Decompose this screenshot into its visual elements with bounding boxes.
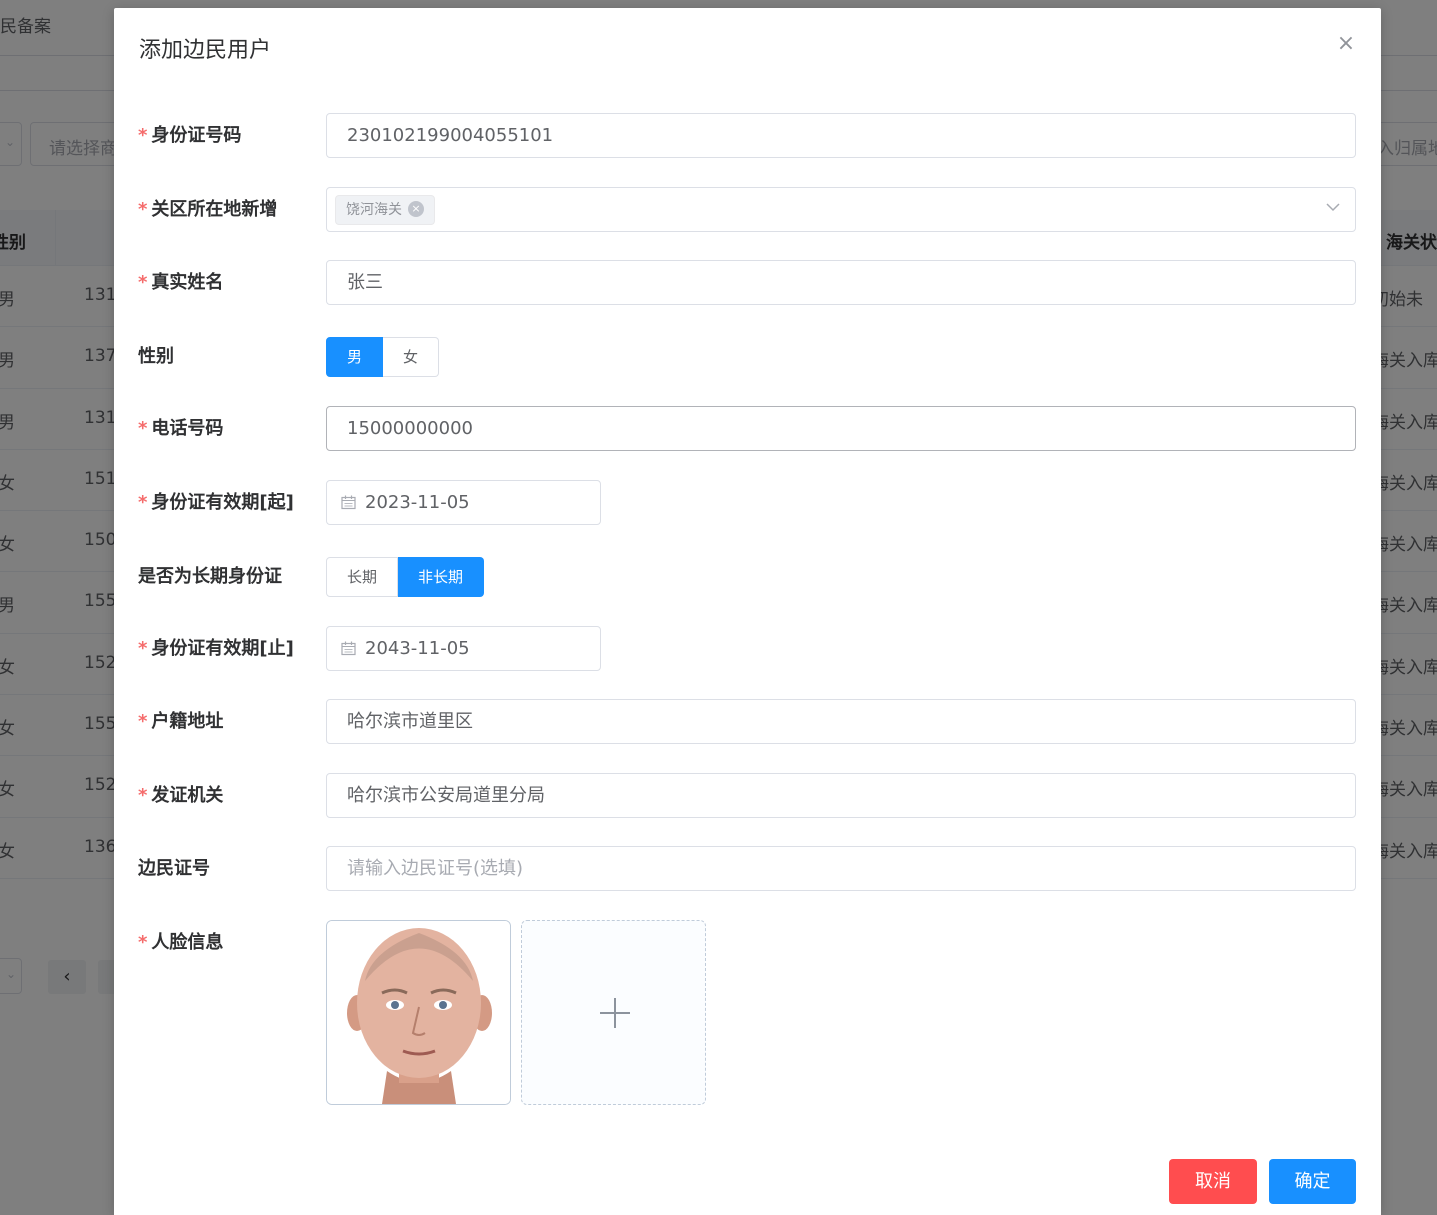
required-mark: *	[138, 492, 148, 513]
required-mark: *	[138, 199, 148, 220]
form-label-phone: * 电话号码	[138, 406, 223, 452]
selected-tag-label: 饶河海关	[346, 202, 402, 218]
customs-area-select[interactable]: 饶河海关 ×	[326, 187, 1356, 232]
gender-radio-group: 男 女	[326, 337, 440, 377]
form-row-border-id: 边民证号 请输入边民证号(选填)	[114, 846, 1381, 892]
border-id-input[interactable]: 请输入边民证号(选填)	[326, 846, 1356, 891]
add-border-resident-dialog: 添加边民用户 × * 身份证号码 230102199004055101 * 关区所在…	[114, 8, 1381, 1215]
required-mark: *	[138, 785, 148, 806]
required-mark: *	[138, 711, 148, 732]
form-row-id-valid-end: * 身份证有效期[止] 2043-11-05	[114, 626, 1381, 672]
label-text: 身份证号码	[151, 125, 242, 146]
plus-icon	[614, 998, 616, 1028]
form-row-phone: * 电话号码 15000000000	[114, 406, 1381, 452]
long-term-option-yes[interactable]: 长期	[326, 557, 399, 597]
form-row-id-number: * 身份证号码 230102199004055101	[114, 113, 1381, 159]
label-text: 发证机关	[151, 785, 224, 806]
calendar-icon	[341, 495, 356, 510]
selected-tag: 饶河海关 ×	[335, 195, 435, 225]
phone-input[interactable]: 15000000000	[326, 406, 1356, 451]
form-label-id-valid-start: * 身份证有效期[起]	[138, 480, 294, 526]
required-mark: *	[138, 418, 148, 439]
form-row-id-valid-start: * 身份证有效期[起] 2023-11-05	[114, 480, 1381, 526]
form-label-real-name: * 真实姓名	[138, 260, 223, 306]
form-row-issuing-authority: * 发证机关 哈尔滨市公安局道里分局	[114, 773, 1381, 819]
form-label-gender: 性别	[138, 346, 174, 367]
label-text: 关区所在地新增	[151, 199, 278, 220]
label-text: 人脸信息	[151, 932, 224, 953]
id-valid-end-date-picker[interactable]: 2043-11-05	[326, 626, 601, 671]
form-label-id-number: * 身份证号码	[138, 113, 241, 159]
required-mark: *	[138, 272, 148, 293]
long-term-radio-group: 长期 非长期	[326, 557, 485, 597]
close-icon[interactable]: ×	[1336, 33, 1356, 55]
label-text: 身份证有效期[起]	[151, 492, 294, 513]
form-row-real-name: * 真实姓名 张三	[114, 260, 1381, 306]
dialog-title: 添加边民用户	[139, 38, 272, 63]
date-value: 2043-11-05	[365, 638, 470, 659]
face-photo	[327, 921, 510, 1104]
form-label-face-info: * 人脸信息	[138, 920, 223, 966]
form-label-border-id: 边民证号	[138, 858, 210, 879]
label-text: 真实姓名	[151, 272, 224, 293]
required-mark: *	[138, 932, 148, 953]
id-number-input[interactable]: 230102199004055101	[326, 113, 1356, 158]
calendar-icon	[341, 641, 356, 656]
chevron-down-icon[interactable]	[1325, 199, 1341, 215]
real-name-input[interactable]: 张三	[326, 260, 1356, 305]
label-text: 身份证有效期[止]	[151, 638, 294, 659]
face-photo-thumbnail[interactable]	[326, 920, 511, 1105]
form-label-household-address: * 户籍地址	[138, 699, 223, 745]
form-row-long-term: 是否为长期身份证 长期 非长期	[114, 554, 1381, 600]
tag-close-icon[interactable]: ×	[408, 201, 424, 217]
form-label-long-term: 是否为长期身份证	[138, 566, 282, 587]
label-text: 户籍地址	[151, 711, 224, 732]
issuing-authority-input[interactable]: 哈尔滨市公安局道里分局	[326, 773, 1356, 818]
gender-option-male[interactable]: 男	[326, 337, 384, 377]
household-address-input[interactable]: 哈尔滨市道里区	[326, 699, 1356, 744]
add-face-photo-button[interactable]	[521, 920, 706, 1105]
long-term-option-no[interactable]: 非长期	[398, 557, 485, 597]
gender-option-female[interactable]: 女	[383, 337, 440, 377]
form-row-customs-area: * 关区所在地新增 饶河海关 ×	[114, 187, 1381, 233]
date-value: 2023-11-05	[365, 492, 470, 513]
form-row-face-info: * 人脸信息	[114, 920, 1381, 1105]
required-mark: *	[138, 125, 148, 146]
form-label-id-valid-end: * 身份证有效期[止]	[138, 626, 294, 672]
confirm-button[interactable]: 确定	[1269, 1159, 1356, 1204]
form-row-household-address: * 户籍地址 哈尔滨市道里区	[114, 699, 1381, 745]
form-row-gender: 性别 男 女	[114, 334, 1381, 380]
id-valid-start-date-picker[interactable]: 2023-11-05	[326, 480, 601, 525]
cancel-button[interactable]: 取消	[1169, 1159, 1257, 1204]
form-label-issuing-authority: * 发证机关	[138, 773, 223, 819]
form-label-customs-area: * 关区所在地新增	[138, 187, 277, 233]
required-mark: *	[138, 638, 148, 659]
label-text: 电话号码	[151, 418, 224, 439]
